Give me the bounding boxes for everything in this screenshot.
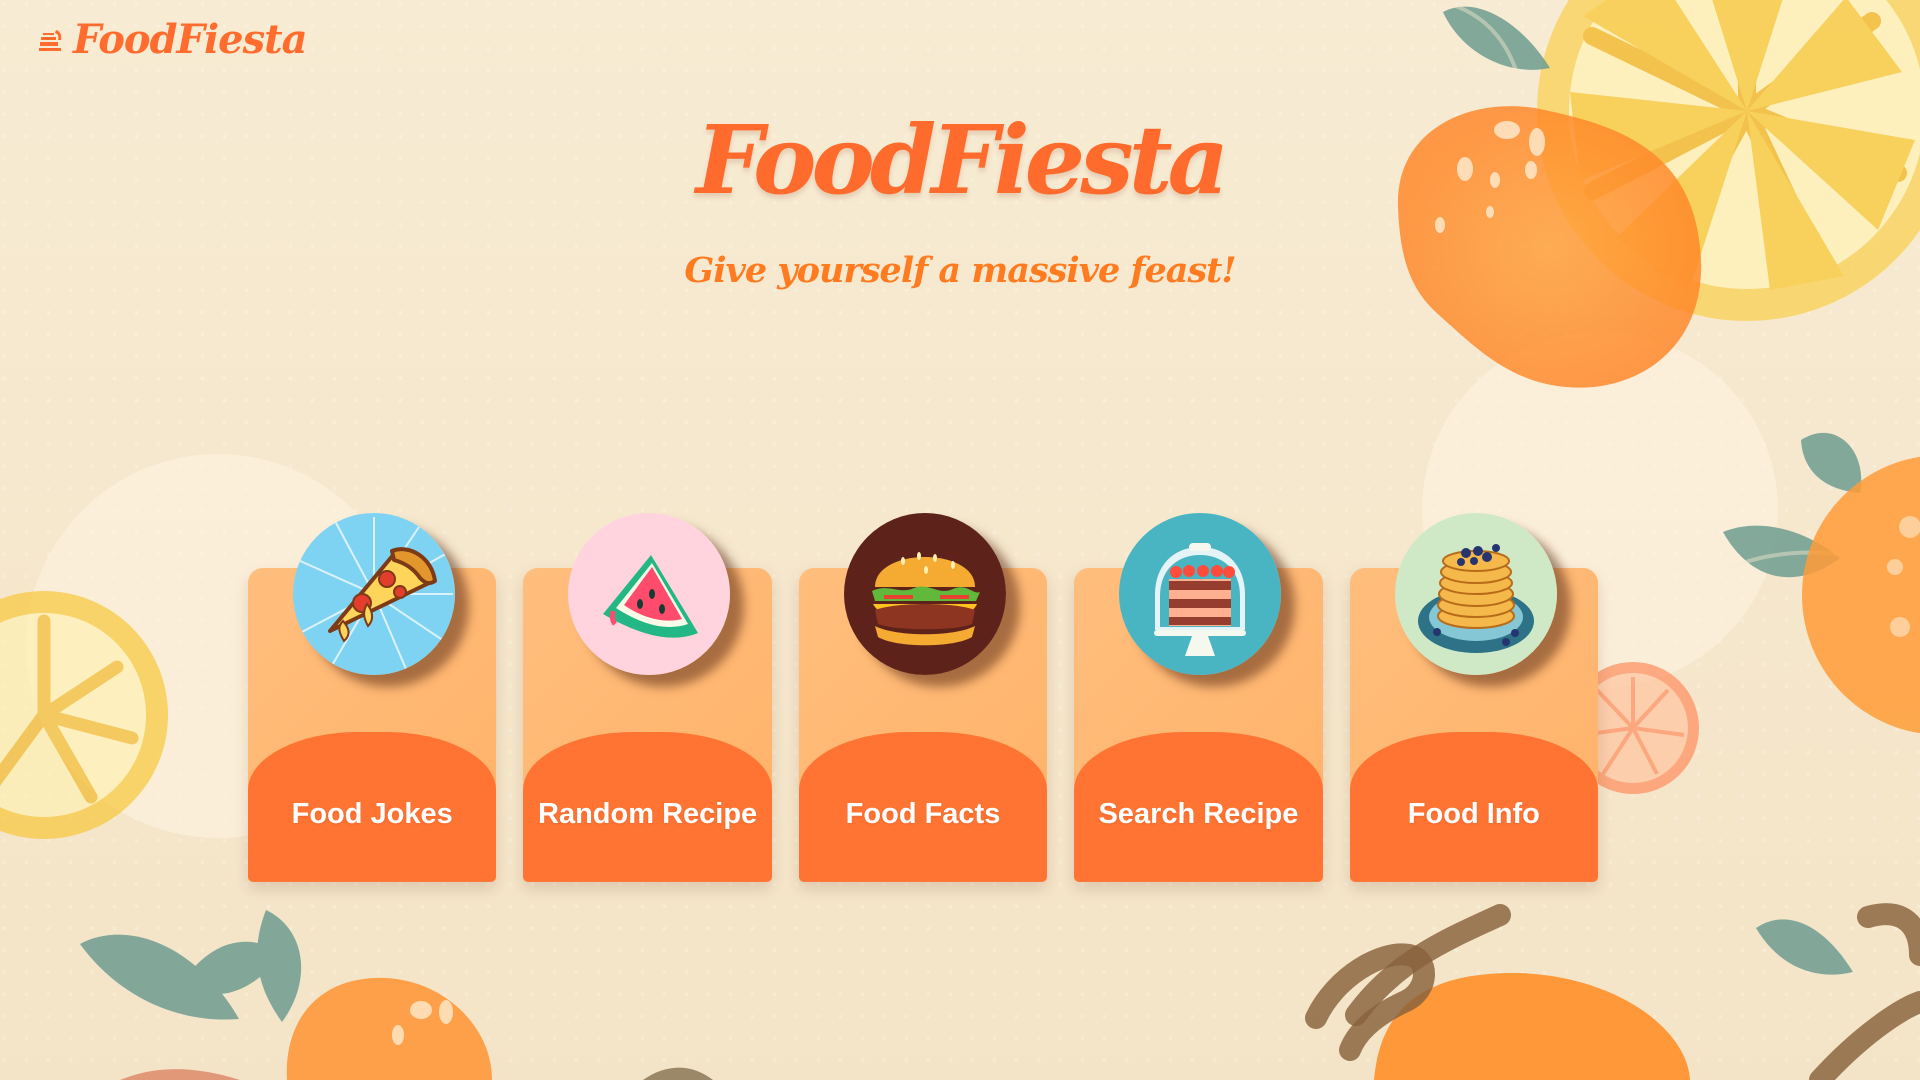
hero-title: FoodFiesta <box>695 105 1229 216</box>
food-jokes-label: Food Jokes <box>291 798 453 830</box>
search-recipe-label: Search Recipe <box>1098 798 1299 830</box>
search-recipe-card[interactable]: Search Recipe <box>1074 513 1324 882</box>
food-jokes-card[interactable]: Food Jokes <box>248 513 497 882</box>
hero-tagline: Give yourself a massive feast! <box>684 250 1236 291</box>
header-logo-link[interactable]: FoodFiesta <box>38 20 307 60</box>
food-delivery-icon <box>38 27 64 53</box>
watermelon-slice-icon <box>568 513 731 675</box>
random-recipe-card[interactable]: Random Recipe <box>523 513 773 882</box>
food-facts-label: Food Facts <box>845 798 1001 830</box>
cake-stand-icon <box>1119 513 1282 675</box>
random-recipe-label: Random Recipe <box>538 798 758 830</box>
pancakes-icon <box>1394 513 1557 675</box>
food-facts-card[interactable]: Food Facts <box>798 513 1048 882</box>
food-fiesta-page: FoodFiesta FoodFiesta Give yourself a ma… <box>0 0 1920 1080</box>
header-logo-text: FoodFiesta <box>73 16 307 63</box>
burger-icon <box>843 513 1006 675</box>
food-info-card[interactable]: Food Info <box>1349 513 1599 882</box>
feature-card-list: Food Jokes Random Recipe Food Facts Sear… <box>248 513 1599 882</box>
food-info-label: Food Info <box>1407 798 1540 830</box>
pizza-slice-icon <box>293 513 455 675</box>
